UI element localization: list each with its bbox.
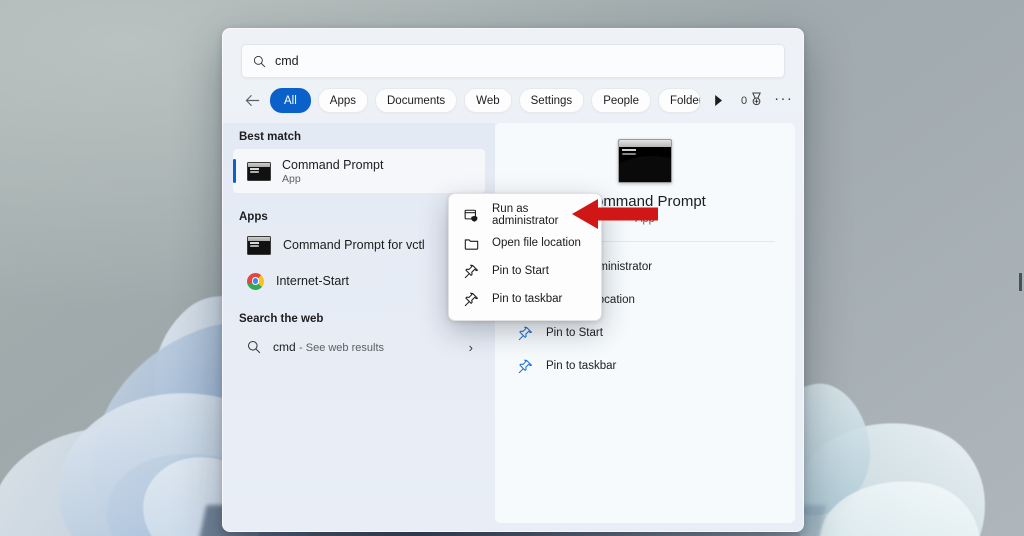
- best-match-subtitle: App: [282, 172, 301, 185]
- section-header-best-match: Best match: [239, 131, 301, 143]
- chrome-icon: [247, 272, 264, 290]
- filter-chip-folders[interactable]: Folders: [658, 88, 701, 113]
- preview-icon-curve: [619, 156, 671, 182]
- microsoft-rewards-indicator[interactable]: 0: [741, 92, 763, 109]
- pin-icon: [517, 358, 533, 374]
- context-menu: Run as administrator Open file location …: [448, 193, 602, 321]
- shield-window-icon: [463, 207, 479, 223]
- rewards-count: 0: [741, 94, 748, 107]
- list-item-web-search-cmd[interactable]: cmd - See web results ›: [233, 331, 485, 363]
- best-match-text: Command Prompt App: [282, 158, 383, 185]
- microsoft-rewards-medal-icon: [750, 92, 763, 109]
- search-preview-pane: Command Prompt App Run as administrator …: [495, 123, 795, 523]
- context-menu-item-pin-to-start[interactable]: Pin to Start: [449, 257, 601, 285]
- command-prompt-large-icon: [618, 139, 672, 183]
- best-match-item-command-prompt[interactable]: Command Prompt App: [233, 149, 485, 193]
- filter-chip-apps[interactable]: Apps: [317, 88, 368, 113]
- context-menu-item-pin-to-taskbar[interactable]: Pin to taskbar: [449, 285, 601, 313]
- preview-icon-text-lines: [622, 149, 636, 151]
- command-prompt-icon: [247, 235, 271, 255]
- best-match-title: Command Prompt: [282, 157, 384, 172]
- preview-action-pin-to-taskbar[interactable]: Pin to taskbar: [495, 354, 795, 378]
- list-item-label: Command Prompt for vctl: [283, 238, 425, 252]
- preview-action-label: Pin to taskbar: [546, 360, 617, 372]
- pin-icon: [517, 325, 533, 341]
- context-menu-item-label: Open file location: [492, 237, 581, 249]
- context-menu-item-open-file-location[interactable]: Open file location: [449, 229, 601, 257]
- search-icon: [247, 340, 261, 354]
- overflow-menu-button[interactable]: ···: [770, 90, 797, 112]
- filter-chip-all[interactable]: All: [270, 88, 311, 113]
- context-menu-item-label: Pin to taskbar: [492, 293, 563, 305]
- chevron-right-icon[interactable]: ›: [469, 340, 485, 355]
- search-header: [223, 29, 803, 78]
- context-menu-item-label: Run as administrator: [492, 203, 559, 227]
- filter-chip-web[interactable]: Web: [464, 88, 512, 113]
- search-box[interactable]: [241, 44, 785, 78]
- search-results-body: Best match Command Prompt App Apps Comma…: [223, 123, 803, 531]
- preview-icon-titlebar: [619, 140, 671, 147]
- context-menu-item-run-as-administrator[interactable]: Run as administrator: [449, 201, 601, 229]
- search-icon: [253, 55, 266, 68]
- list-item-label: Internet-Start: [276, 274, 349, 288]
- filter-chip-settings[interactable]: Settings: [518, 88, 585, 113]
- web-search-text: cmd - See web results: [273, 340, 457, 354]
- search-input[interactable]: [275, 54, 773, 68]
- screen-edge-mark: [1019, 273, 1022, 291]
- context-menu-item-label: Pin to Start: [492, 265, 549, 277]
- pin-icon: [463, 291, 479, 307]
- search-filter-bar: All Apps Documents Web Settings People F…: [223, 78, 803, 123]
- chevron-right-filled-icon[interactable]: [709, 92, 727, 110]
- preview-action-label: Pin to Start: [546, 327, 603, 339]
- web-search-suffix: - See web results: [299, 342, 384, 354]
- folder-icon: [463, 235, 479, 251]
- filter-chip-people[interactable]: People: [591, 88, 651, 113]
- search-results-left-pane: Best match Command Prompt App Apps Comma…: [223, 123, 495, 531]
- preview-action-pin-to-start[interactable]: Pin to Start: [495, 321, 795, 345]
- pin-icon: [463, 263, 479, 279]
- preview-app-title: Command Prompt: [584, 193, 706, 210]
- web-search-query: cmd: [273, 340, 296, 354]
- selection-accent-bar: [233, 159, 236, 183]
- preview-app-subtitle: App: [635, 213, 655, 225]
- back-arrow-icon[interactable]: [241, 90, 263, 112]
- command-prompt-icon: [247, 161, 271, 181]
- filter-chip-documents[interactable]: Documents: [375, 88, 458, 113]
